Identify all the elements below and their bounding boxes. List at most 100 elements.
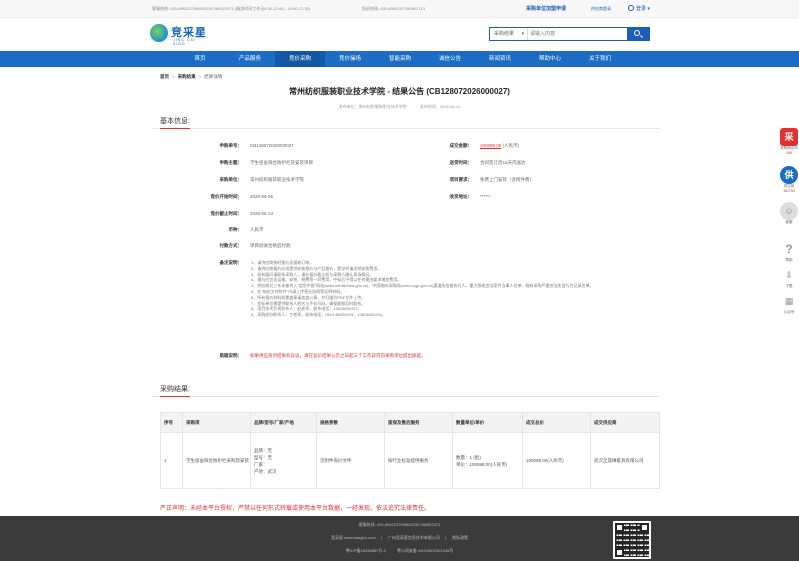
search-icon — [634, 30, 640, 36]
footer-hotline: 客服热线: 020-89922379/89922307/80922371 — [358, 522, 441, 527]
download-icon: ⇩ — [785, 270, 793, 280]
footer: 客服热线: 020-89922379/89922307/80922371 竞采星… — [0, 516, 799, 561]
footer-company: 广州竞采星信息技术有限公司 — [387, 535, 440, 540]
cell-supplier: 武汉全晟琳家具有限公司 — [590, 432, 660, 489]
col-brand: 品牌/型号/厂家/产地 — [250, 412, 317, 433]
nav-item-0[interactable]: 首页 — [175, 51, 225, 67]
field-subject: 申购主题： 学生宿舍阳台防护栏及安装项目 — [219, 160, 314, 165]
logo-subtitle: JING CAI XING — [173, 38, 196, 46]
notes-list: 1、请供应商按时报价及接收订单。 2、请供应商报价必须提供安装报价与产品报价，提交… — [251, 260, 611, 318]
search-category-select[interactable]: 采购结果 — [490, 28, 528, 40]
site-logo[interactable]: 竞采星 JING CAI XING — [150, 22, 210, 46]
help-icon: ? — [785, 242, 793, 256]
qr-code-icon — [615, 523, 649, 557]
section-accent — [160, 127, 190, 129]
search-bar: 采购结果 — [489, 27, 650, 41]
breadcrumb-current: 结果详情 — [204, 74, 223, 79]
legal-notice: 严正声明：未经本平台授权，严禁以任何形式转载或使用本平台数据，一经发现，依法追究… — [160, 506, 431, 512]
sidebar-wechat[interactable]: ▦ 公众号 — [779, 292, 799, 318]
breadcrumb: 首页 > 采购结果 > 结果详情 — [160, 74, 223, 79]
col-qty: 数量单位/单价 — [452, 412, 523, 433]
amount-value: 100098.00 — [480, 143, 502, 148]
supplier-icon: 供 — [780, 166, 798, 184]
nav-item-7[interactable]: 帮助中心 — [525, 51, 575, 67]
sidebar-supplier[interactable]: 供 供应商 181754 — [779, 166, 799, 202]
note-line: 9、采购经办联系人：丁老师，联系电话：0519-86336003，1381366… — [251, 312, 386, 318]
divider — [152, 396, 660, 397]
col-no: 序号 — [160, 412, 183, 433]
col-supplier: 成交供应商 — [590, 412, 660, 433]
nav-item-3[interactable]: 竞价操场 — [325, 51, 375, 67]
customer-service-icon: ☺ — [780, 202, 798, 220]
footer-icp: 粤ICP备18058887号-2 粤公网安备 44010502001348号 — [0, 548, 799, 554]
police-link[interactable]: 粤公网安备 44010502001348号 — [397, 548, 453, 553]
cell-brand: 品牌：无 型号：无 厂家： 产地：武汉 — [250, 432, 317, 489]
section-accent — [160, 395, 190, 397]
qr-icon: ▦ — [784, 296, 794, 306]
nav-item-1[interactable]: 产品服务 — [225, 51, 275, 67]
top-bar: 客服热线: 020-89922379/89922307/80922371 (服务… — [0, 0, 799, 18]
divider — [152, 128, 660, 129]
field-payment: 付款方式： 项目验收合格后付款 — [219, 243, 291, 248]
col-total: 成交总价 — [522, 412, 591, 433]
floating-sidebar: 采 采购商合作 398 供 供应商 181754 ☺ 客服 ? 帮助 ⇩ 下载 … — [779, 128, 799, 318]
search-input[interactable] — [530, 29, 620, 39]
sidebar-service[interactable]: ☺ 客服 — [779, 202, 799, 240]
col-item: 采购项 — [182, 412, 251, 433]
amount-unit: (人民币) — [502, 143, 520, 148]
field-currency: 币种： 人民币 — [228, 227, 264, 232]
sidebar-help[interactable]: ? 帮助 — [779, 240, 799, 266]
nav-item-8[interactable]: 关于我们 — [575, 51, 625, 67]
service-hotline: 客服热线: 020-89922379/89922307/80922371 (服务… — [152, 6, 311, 11]
sidebar-download[interactable]: ⇩ 下载 — [779, 266, 799, 292]
login-button[interactable]: 登录 ▾ — [628, 5, 650, 12]
nav-item-4[interactable]: 智能采购 — [375, 51, 425, 67]
field-amount: 成交金额： 100098.00 (人民币) — [449, 143, 520, 148]
cell-service: 按行业标准提供服务 — [384, 432, 453, 489]
publisher: 发布单位：常州纺织服装职业技术学院 — [338, 104, 407, 109]
footer-privacy-link[interactable]: 隐私政策 — [452, 535, 468, 540]
qr-code — [613, 521, 651, 559]
table-header-row: 序号 采购项 品牌/型号/厂家/产地 规格参数 质保及售后服务 数量单位/单价 … — [160, 412, 660, 433]
user-icon — [628, 5, 634, 11]
footer-links: 竞采星 www.easyjcx.com | 广州竞采星信息技术有限公司 | 隐私政策 — [331, 535, 468, 540]
footer-site-link[interactable]: 竞采星 www.easyjcx.com — [331, 535, 376, 540]
result-table: 序号 采购项 品牌/型号/厂家/产地 规格参数 质保及售后服务 数量单位/单价 … — [160, 412, 660, 489]
cell-no: 1 — [160, 432, 183, 489]
complaint-hotline: 投诉热线: 020-89922377/80922713 — [362, 6, 425, 11]
field-unit: 采购单位： 常州纺织服装职业技术学院 — [219, 177, 305, 182]
field-start-time: 竞价开始时间： 2026-06-05 — [210, 194, 274, 199]
announcement-meta: 发布单位：常州纺织服装职业技术学院 发布时间：2026-06-14 — [0, 104, 799, 110]
nav-item-6[interactable]: 新闻资讯 — [475, 51, 525, 67]
result-title: 采购结果: — [160, 386, 190, 393]
nav-item-2[interactable]: 竞价采购 — [275, 51, 325, 67]
supplier-login-link[interactable]: 供应商登录 — [591, 6, 611, 12]
field-receipt-address: 收货地址： ****** — [449, 194, 491, 199]
icp-link[interactable]: 粤ICP备18058887号-2 — [346, 548, 386, 553]
field-notes-label: 备注说明： — [219, 260, 243, 265]
breadcrumb-home[interactable]: 首页 — [160, 74, 169, 79]
main-nav: 首页 产品服务 竞价采购 竞价操场 智能采购 诚信公告 新闻资讯 帮助中心 关于我们 — [0, 51, 799, 67]
buyer-icon: 采 — [780, 128, 798, 146]
sidebar-buyer[interactable]: 采 采购商合作 398 — [779, 128, 799, 166]
nav-item-5[interactable]: 诚信公告 — [425, 51, 475, 67]
cell-total: 100098.00(人民币) — [522, 432, 591, 489]
basic-info-title: 基本信息: — [160, 118, 190, 125]
field-question: 质疑说明： 如果供应商对结果有异议，请在竞价结果公示之日起三个工作日内向采购单位… — [219, 353, 426, 358]
cell-qty: 数量：1 (批) 单价：100098.00(人民币) — [452, 432, 523, 489]
page-title: 常州纺织服装职业技术学院 - 结果公告 (CB128072026000027) — [289, 87, 510, 96]
breadcrumb-results[interactable]: 采购结果 — [178, 74, 196, 79]
publish-time: 发布时间：2026-06-14 — [419, 104, 461, 109]
cell-item: 学生宿舍阳台防护栏采购及安装 — [182, 432, 251, 489]
field-delivery: 送货时间： 合同签订后15天内送达 — [449, 160, 526, 165]
login-label: 登录 — [636, 6, 647, 12]
col-service: 质保及售后服务 — [384, 412, 453, 433]
logo-mark-icon — [150, 24, 168, 42]
table-row: 1 学生宿舍阳台防护栏采购及安装 品牌：无 型号：无 厂家： 产地：武汉 见附件… — [160, 432, 660, 489]
field-end-time: 竞价截止时间： 2026-06-13 — [210, 211, 274, 216]
field-purchase-no: 申购单号： CB128072026000027 — [219, 143, 294, 148]
buyer-apply-link[interactable]: 采购单位加盟申请 — [526, 5, 566, 12]
cell-spec: 见附件询价文件 — [316, 432, 385, 489]
field-requirement: 项目要求： 免费上门安装（含附件费） — [449, 177, 535, 182]
search-button[interactable] — [627, 28, 649, 40]
